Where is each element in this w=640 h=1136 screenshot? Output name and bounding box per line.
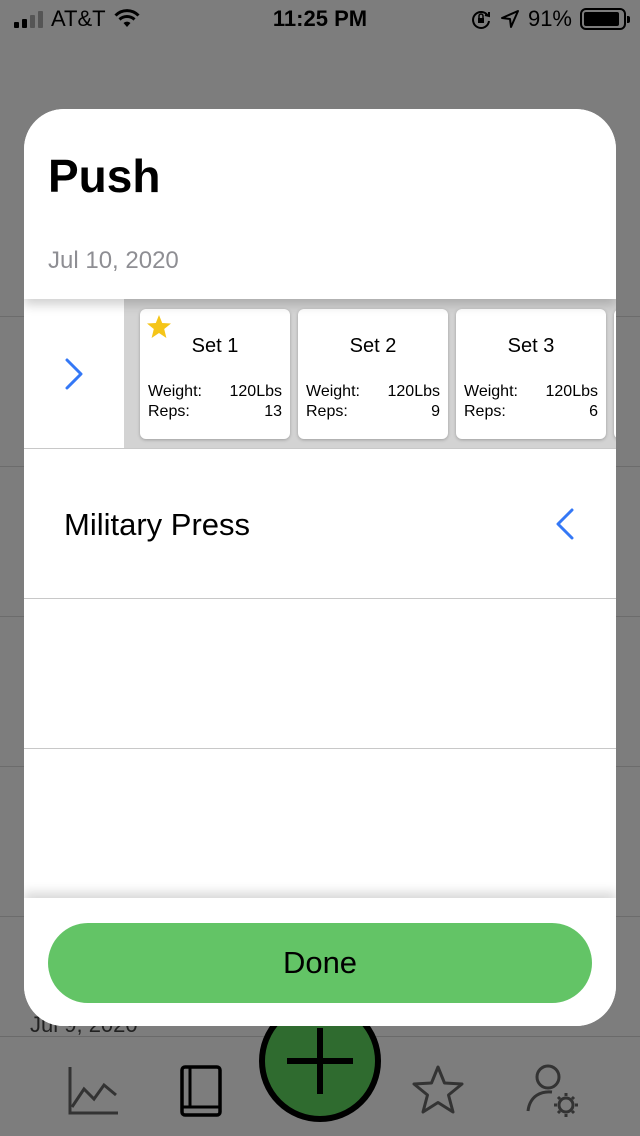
set-card[interactable]: Set 3 Weight: 120Lbs Reps: 6 [456,309,606,439]
set-title: Set 3 [507,335,555,357]
set-card[interactable]: Set 2 Weight: 120Lbs Reps: 9 [298,309,448,439]
reps-value: 13 [264,403,282,420]
location-icon [500,10,519,28]
exercise-name: Military Press [64,507,251,542]
exercise-row[interactable]: Military Press [24,449,616,599]
chart-icon[interactable] [62,1061,122,1121]
modal-footer: Done [24,898,616,1026]
weight-value: 120Lbs [545,383,599,400]
workout-date: Jul 10, 2020 [48,247,179,274]
reps-label: Reps: [148,403,190,420]
weight-value: 120Lbs [387,383,441,400]
status-right: 91% [470,6,630,32]
reps-value: 9 [431,403,440,420]
set-card[interactable]: Set 1 Weight: 120Lbs Reps: 13 [140,309,290,439]
reps-label: Reps: [306,403,348,420]
set-weight-line: Weight: 120Lbs [464,383,598,401]
set-weight-line: Weight: 120Lbs [306,383,440,401]
profile-settings-icon[interactable] [522,1061,582,1121]
weight-value: 120Lbs [229,383,283,400]
rotation-lock-icon [472,11,490,29]
reps-label: Reps: [464,403,506,420]
chevron-right-icon [65,358,83,390]
chevron-left-icon[interactable] [551,507,579,541]
set-reps-line: Reps: 9 [306,403,440,421]
set-card-partial[interactable] [614,309,616,439]
weight-label: Weight: [464,383,518,400]
set-title: Set 2 [349,335,397,357]
book-icon[interactable] [172,1061,232,1121]
set-reps-line: Reps: 6 [464,403,598,421]
status-bar: AT&T 11:25 PM 91% [0,0,640,40]
empty-row [24,599,616,749]
weight-label: Weight: [306,383,360,400]
done-button[interactable]: Done [48,923,592,1003]
weight-label: Weight: [148,383,202,400]
sets-row: Set 1 Weight: 120Lbs Reps: 13 Set 2 Weig… [24,299,616,449]
battery-icon [580,8,630,30]
battery-percent: 91% [527,6,572,31]
set-weight-line: Weight: 120Lbs [148,383,282,401]
battery-fill [584,12,619,26]
set-reps-line: Reps: 13 [148,403,282,421]
modal-header: Push Jul 10, 2020 [24,109,616,299]
empty-row [24,749,616,899]
sets-strip[interactable]: Set 1 Weight: 120Lbs Reps: 13 Set 2 Weig… [124,299,616,448]
star-icon[interactable] [408,1061,468,1121]
expand-button[interactable] [24,299,124,448]
reps-value: 6 [589,403,598,420]
workout-detail-modal: Push Jul 10, 2020 Set 1 Weight: 120Lbs R… [24,109,616,1026]
set-title: Set 1 [191,335,239,357]
workout-title: Push [48,150,161,202]
